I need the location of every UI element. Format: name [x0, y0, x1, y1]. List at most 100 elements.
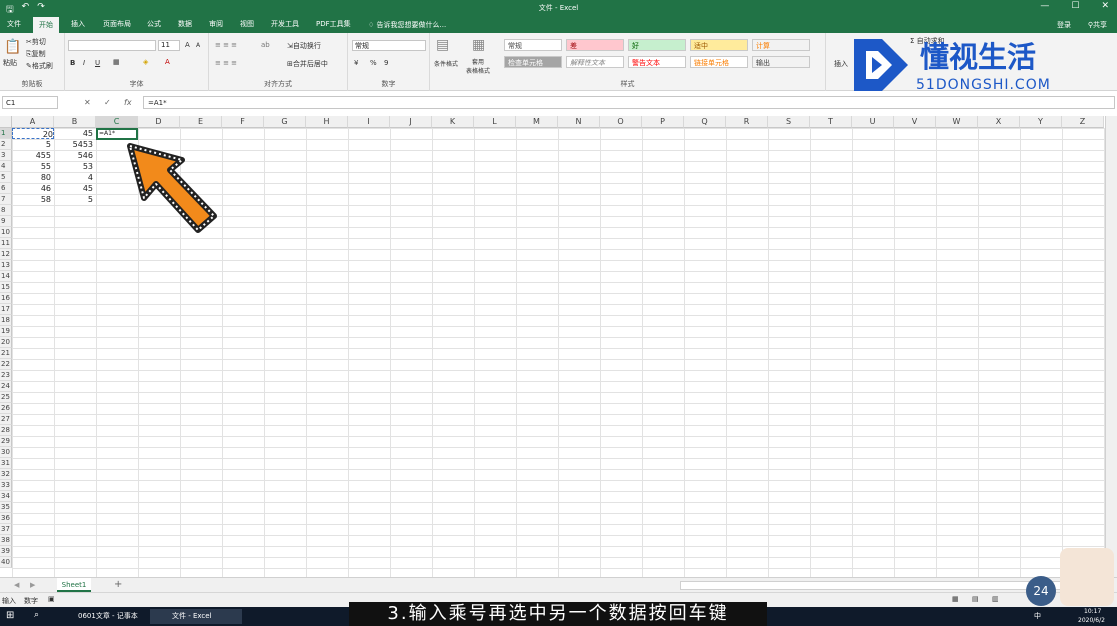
row-header-10[interactable]: 10	[0, 227, 12, 238]
row-header-32[interactable]: 32	[0, 469, 12, 480]
fx-icon[interactable]: fx	[124, 98, 132, 107]
taskbar-excel[interactable]: 文件 - Excel	[150, 609, 242, 624]
normal-view-icon[interactable]: ▦	[952, 595, 959, 603]
column-header-k[interactable]: K	[432, 116, 474, 128]
italic-button[interactable]: I	[83, 59, 85, 67]
column-header-s[interactable]: S	[768, 116, 810, 128]
row-header-4[interactable]: 4	[0, 161, 12, 172]
formula-input[interactable]: =A1*	[143, 96, 1115, 109]
tab-developer[interactable]: 开发工具	[271, 19, 299, 29]
row-header-31[interactable]: 31	[0, 458, 12, 469]
style-bad[interactable]: 差	[566, 39, 624, 51]
style-warning[interactable]: 警告文本	[628, 56, 686, 68]
row-header-29[interactable]: 29	[0, 436, 12, 447]
fill-color-icon[interactable]: ◈	[143, 58, 148, 66]
cell-b5[interactable]: 4	[54, 172, 93, 183]
tell-me-box[interactable]: ♢ 告诉我您想要做什么...	[368, 20, 446, 30]
row-header-6[interactable]: 6	[0, 183, 12, 194]
cell-b3[interactable]: 546	[54, 150, 93, 161]
shrink-font-button[interactable]: A	[196, 42, 200, 49]
row-header-1[interactable]: 1	[0, 128, 12, 139]
comma-button[interactable]: 9	[384, 59, 388, 67]
tab-home[interactable]: 开始	[33, 17, 59, 33]
column-header-a[interactable]: A	[12, 116, 54, 128]
row-header-12[interactable]: 12	[0, 249, 12, 260]
cell-a3[interactable]: 455	[12, 150, 51, 161]
percent-button[interactable]: %	[370, 59, 377, 67]
column-header-x[interactable]: X	[978, 116, 1020, 128]
row-header-13[interactable]: 13	[0, 260, 12, 271]
row-header-27[interactable]: 27	[0, 414, 12, 425]
select-all-corner[interactable]	[0, 116, 12, 128]
style-normal[interactable]: 常规	[504, 39, 562, 51]
underline-button[interactable]: U	[95, 59, 100, 67]
row-header-30[interactable]: 30	[0, 447, 12, 458]
row-header-22[interactable]: 22	[0, 359, 12, 370]
column-header-e[interactable]: E	[180, 116, 222, 128]
column-header-y[interactable]: Y	[1020, 116, 1062, 128]
macro-record-icon[interactable]: ▣	[48, 595, 55, 603]
row-header-11[interactable]: 11	[0, 238, 12, 249]
column-header-t[interactable]: T	[810, 116, 852, 128]
ime-indicator[interactable]: 中	[1034, 611, 1041, 621]
column-header-w[interactable]: W	[936, 116, 978, 128]
row-header-21[interactable]: 21	[0, 348, 12, 359]
column-header-m[interactable]: M	[516, 116, 558, 128]
column-header-c[interactable]: C	[96, 116, 138, 128]
column-header-o[interactable]: O	[600, 116, 642, 128]
taskbar-notepad[interactable]: 0601文章 - 记事本	[56, 609, 148, 624]
next-sheet-icon[interactable]: ▶	[30, 581, 35, 589]
border-icon[interactable]: ▦	[113, 58, 120, 66]
number-format-combo[interactable]: 常规	[352, 40, 426, 51]
column-header-r[interactable]: R	[726, 116, 768, 128]
close-button[interactable]: ✕	[1101, 1, 1109, 11]
row-header-35[interactable]: 35	[0, 502, 12, 513]
currency-icon[interactable]: ¥	[354, 59, 358, 67]
row-header-34[interactable]: 34	[0, 491, 12, 502]
row-header-33[interactable]: 33	[0, 480, 12, 491]
sheet-tab-sheet1[interactable]: Sheet1	[57, 578, 91, 592]
tab-review[interactable]: 审阅	[209, 19, 223, 29]
column-header-b[interactable]: B	[54, 116, 96, 128]
prev-sheet-icon[interactable]: ◀	[14, 581, 19, 589]
row-header-2[interactable]: 2	[0, 139, 12, 150]
row-header-28[interactable]: 28	[0, 425, 12, 436]
enter-icon[interactable]: ✓	[104, 98, 111, 107]
align-top-icon[interactable]: ≡ ≡ ≡	[215, 41, 237, 49]
font-name-combo[interactable]	[68, 40, 156, 51]
style-neutral[interactable]: 适中	[690, 39, 748, 51]
merge-center-button[interactable]: ⊞合并后居中	[287, 59, 328, 69]
cell-a2[interactable]: 5	[12, 139, 51, 150]
row-header-25[interactable]: 25	[0, 392, 12, 403]
row-header-23[interactable]: 23	[0, 370, 12, 381]
tab-file[interactable]: 文件	[7, 19, 21, 29]
conditional-format-button[interactable]: 条件格式	[434, 59, 458, 68]
orientation-icon[interactable]: ab	[261, 41, 270, 49]
style-good[interactable]: 好	[628, 39, 686, 51]
paste-button[interactable]: 粘贴	[3, 58, 17, 68]
row-header-3[interactable]: 3	[0, 150, 12, 161]
row-header-5[interactable]: 5	[0, 172, 12, 183]
row-header-24[interactable]: 24	[0, 381, 12, 392]
page-layout-view-icon[interactable]: ▤	[972, 595, 979, 603]
cell-a4[interactable]: 55	[12, 161, 51, 172]
search-icon[interactable]: ⌕	[34, 610, 39, 620]
row-header-26[interactable]: 26	[0, 403, 12, 414]
column-header-n[interactable]: N	[558, 116, 600, 128]
style-explanatory[interactable]: 解释性文本	[566, 56, 624, 68]
paste-icon[interactable]: 📋	[4, 39, 21, 55]
column-header-j[interactable]: J	[390, 116, 432, 128]
font-size-combo[interactable]: 11	[158, 40, 180, 51]
style-calculation[interactable]: 计算	[752, 39, 810, 51]
tab-pdf-tools[interactable]: PDF工具集	[316, 19, 351, 29]
page-break-view-icon[interactable]: ▥	[992, 595, 999, 603]
cell-a6[interactable]: 46	[12, 183, 51, 194]
row-header-39[interactable]: 39	[0, 546, 12, 557]
wrap-text-button[interactable]: ⇲自动换行	[287, 41, 321, 51]
cell-b7[interactable]: 5	[54, 194, 93, 205]
row-header-7[interactable]: 7	[0, 194, 12, 205]
row-header-15[interactable]: 15	[0, 282, 12, 293]
windows-start-icon[interactable]: ⊞	[6, 610, 14, 621]
share-button[interactable]: ⚲共享	[1088, 20, 1107, 30]
cell-b6[interactable]: 45	[54, 183, 93, 194]
